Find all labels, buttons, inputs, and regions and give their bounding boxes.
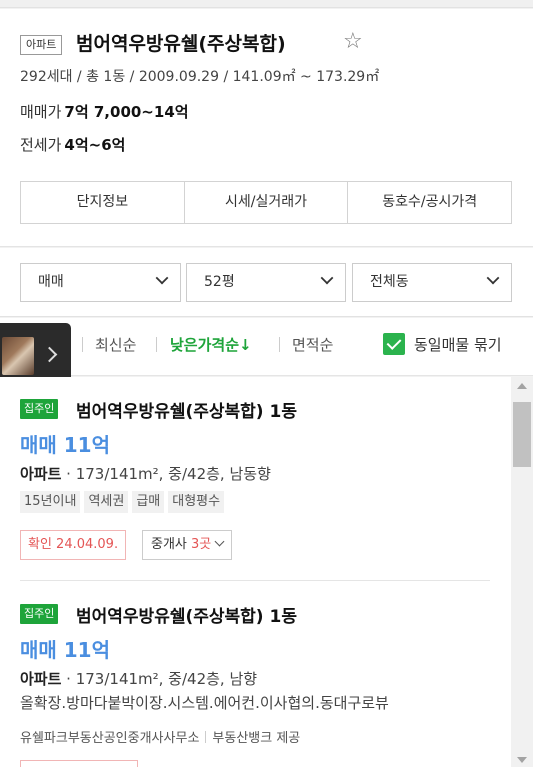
filter-bar: 매매 52평 전체동 (0, 248, 533, 317)
sort-divider (82, 337, 83, 352)
listing-source: 유쉘파크부동산공인중개사사무소 부동산뱅크 제공 (20, 727, 300, 746)
sort-low-price[interactable]: 낮은가격순↓ (170, 334, 252, 355)
size-select[interactable]: 52평 (186, 263, 346, 302)
tab-market-price[interactable]: 시세/실거래가 (185, 182, 349, 223)
agents-dropdown-button[interactable]: 중개사 3곳 (142, 530, 233, 560)
listing-description: 올확장.방마다붙박이장.시스템.에어컨.이사협의.동대구로뷰 (20, 694, 389, 712)
complex-header: 아파트 범어역우방유쉘(주상복합) ☆ 292세대 / 총 1동 / 2009.… (0, 9, 533, 247)
listing-spec-detail: · 173/141m², 중/42층, 남동향 (61, 465, 271, 483)
listing-spec-detail: · 173/141m², 중/42층, 남향 (61, 670, 258, 688)
lease-price-value: 4억~6억 (64, 136, 126, 154)
owner-badge: 집주인 (20, 604, 59, 624)
sort-bar: 최신순 낮은가격순↓ 면적순 동일매물 묶기 (0, 318, 533, 376)
complex-title: 범어역우방유쉘(주상복합) (76, 33, 286, 55)
listing-tags: 15년이내 역세권 급매 대형평수 (20, 491, 225, 513)
sale-price-label: 매매가 (20, 103, 62, 121)
group-listings-checkbox[interactable] (383, 333, 405, 355)
listing-list: 집주인 범어역우방유쉘(주상복합) 1동 매매 11억 아파트 · 173/14… (0, 377, 511, 767)
group-listings-label[interactable]: 동일매물 묶기 (414, 334, 502, 355)
listing-title: 범어역우방유쉘(주상복합) 1동 (76, 607, 297, 627)
tab-unit-official-price[interactable]: 동호수/공시가격 (348, 182, 511, 223)
sale-price-row: 매매가 7억 7,000~14억 (20, 101, 189, 122)
listing-price: 매매 11억 (20, 433, 110, 457)
confirmed-date-badge-partial (20, 760, 138, 767)
scroll-up-arrow-icon[interactable] (517, 383, 527, 389)
agents-label: 중개사 (151, 537, 187, 552)
listing-tag: 15년이내 (20, 491, 81, 513)
sort-divider (156, 337, 157, 352)
list-item[interactable]: 집주인 범어역우방유쉘(주상복합) 1동 매매 11억 아파트 · 173/14… (20, 582, 490, 767)
listing-tag: 급매 (132, 491, 165, 513)
complex-summary: 292세대 / 총 1동 / 2009.09.29 / 141.09㎡ ~ 17… (20, 69, 380, 85)
sort-area[interactable]: 면적순 (292, 334, 333, 355)
deal-type-select[interactable]: 매매 (20, 263, 181, 302)
lease-price-label: 전세가 (20, 136, 62, 154)
sale-price-value: 7억 7,000~14억 (64, 103, 189, 121)
complex-tabs: 단지정보 시세/실거래가 동호수/공시가격 (20, 181, 512, 224)
listing-spec-type: 아파트 (20, 670, 62, 688)
listing-price: 매매 11억 (20, 638, 110, 662)
list-scrollbar[interactable] (511, 377, 533, 767)
sort-latest[interactable]: 최신순 (95, 334, 136, 355)
favorite-star-icon[interactable]: ☆ (343, 29, 363, 55)
tab-complex-info[interactable]: 단지정보 (21, 182, 185, 223)
listing-title: 범어역우방유쉘(주상복합) 1동 (76, 402, 297, 422)
dong-select[interactable]: 전체동 (352, 263, 512, 302)
source-divider (205, 731, 207, 743)
scroll-thumb[interactable] (513, 402, 531, 467)
chevron-down-icon (486, 271, 500, 285)
list-item[interactable]: 집주인 범어역우방유쉘(주상복합) 1동 매매 11억 아파트 · 173/14… (20, 377, 490, 581)
size-value: 52평 (204, 274, 235, 290)
top-edge (0, 0, 533, 8)
confirmed-date-badge: 확인 24.04.09. (20, 530, 127, 560)
chevron-right-icon (41, 346, 58, 363)
agency-name: 유쉘파크부동산공인중개사사무소 (20, 731, 200, 746)
listing-spec: 아파트 · 173/141m², 중/42층, 남향 (20, 668, 257, 689)
chevron-down-icon (320, 271, 334, 285)
chevron-down-icon (155, 271, 169, 285)
listing-tag: 역세권 (84, 491, 129, 513)
listing-spec: 아파트 · 173/141m², 중/42층, 남동향 (20, 463, 271, 484)
scroll-down-arrow-icon[interactable] (517, 757, 527, 763)
property-type-badge: 아파트 (20, 35, 63, 55)
owner-badge: 집주인 (20, 399, 59, 419)
provider-name: 부동산뱅크 제공 (212, 731, 301, 746)
deal-type-value: 매매 (38, 274, 64, 290)
sort-divider (279, 337, 280, 352)
lease-price-row: 전세가 4억~6억 (20, 134, 125, 155)
interior-photo-thumbnail (2, 337, 34, 375)
listing-spec-type: 아파트 (20, 465, 62, 483)
listing-tag: 대형평수 (168, 491, 225, 513)
dong-value: 전체동 (370, 274, 409, 290)
agents-count: 3곳 (191, 537, 212, 552)
chevron-down-icon (214, 536, 225, 547)
